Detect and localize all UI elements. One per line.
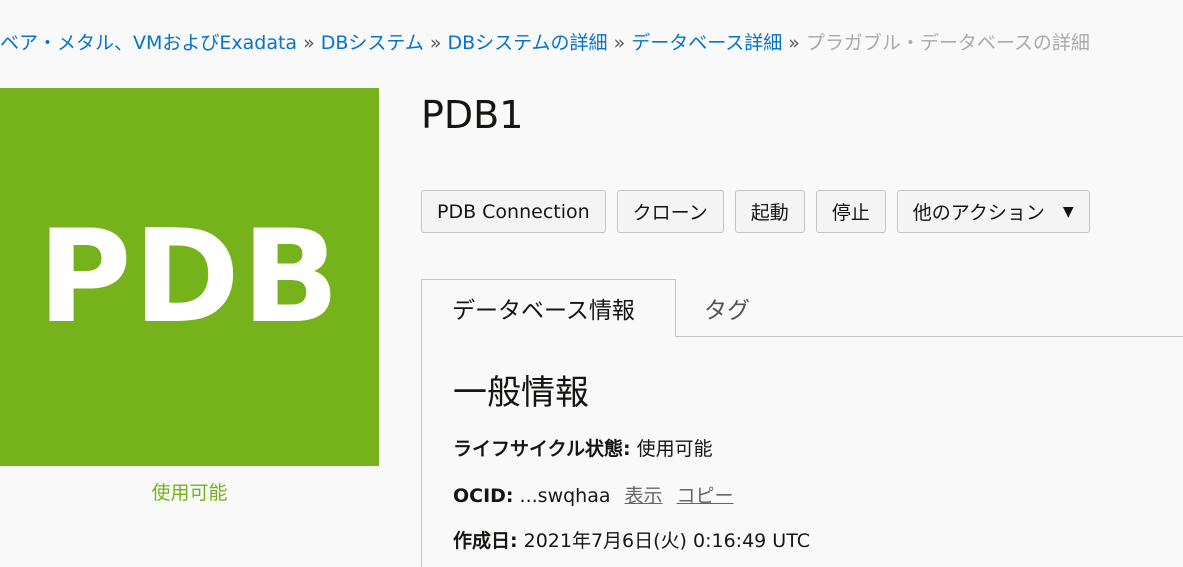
breadcrumb-separator: » — [303, 32, 315, 54]
field-label: 作成日: — [453, 530, 518, 552]
field-value: 使用可能 — [636, 438, 713, 460]
breadcrumb-link-db-system-details[interactable]: DBシステムの詳細 — [447, 32, 607, 54]
section-title-general-info: 一般情報 — [453, 373, 589, 413]
ocid-copy-link[interactable]: コピー — [677, 485, 734, 507]
stop-button[interactable]: 停止 — [815, 190, 886, 233]
clone-button[interactable]: クローン — [616, 190, 724, 233]
tab-database-info[interactable]: データベース情報 — [421, 279, 676, 337]
field-value: 2021年7月6日(火) 0:16:49 UTC — [523, 530, 810, 552]
more-actions-button[interactable]: 他のアクション ▼ — [896, 190, 1090, 233]
lifecycle-state-field: ライフサイクル状態: 使用可能 — [453, 434, 713, 461]
resource-type-label: PDB — [37, 202, 342, 352]
start-button[interactable]: 起動 — [734, 190, 805, 233]
tab-label: データベース情報 — [452, 298, 635, 324]
tab-label: タグ — [704, 297, 750, 324]
resource-status-tile: PDB — [0, 88, 379, 466]
pdb-details-page: ベア・メタル、VMおよびExadata» DBシステム» DBシステムの詳細» データ… — [0, 0, 1183, 567]
field-label: ライフサイクル状態: — [453, 438, 631, 460]
action-toolbar: PDB Connection クローン 起動 停止 他のアクション ▼ — [421, 190, 1090, 233]
breadcrumb-current: プラガブル・データベースの詳細 — [805, 32, 1090, 54]
tab-tags[interactable]: タグ — [676, 279, 780, 336]
field-label: OCID: — [453, 485, 514, 507]
breadcrumb: ベア・メタル、VMおよびExadata» DBシステム» DBシステムの詳細» データ… — [0, 30, 1090, 56]
breadcrumb-separator: » — [788, 32, 800, 54]
breadcrumb-link-db-systems[interactable]: DBシステム — [321, 32, 424, 54]
breadcrumb-link-database-details[interactable]: データベース詳細 — [631, 32, 782, 54]
field-value: ...swqhaa — [519, 485, 611, 507]
status-label: 使用可能 — [151, 482, 228, 504]
breadcrumb-separator: » — [613, 32, 626, 54]
pdb-connection-button[interactable]: PDB Connection — [421, 190, 606, 233]
breadcrumb-link-bare-metal[interactable]: ベア・メタル、VMおよびExadata — [0, 32, 297, 54]
ocid-field: OCID: ...swqhaa 表示 コピー — [453, 481, 734, 508]
caret-down-icon: ▼ — [1062, 203, 1074, 220]
created-date-field: 作成日: 2021年7月6日(火) 0:16:49 UTC — [453, 526, 810, 553]
breadcrumb-separator: » — [429, 32, 442, 54]
more-actions-label: 他のアクション — [912, 202, 1045, 224]
tab-bar: データベース情報 タグ — [421, 279, 1183, 337]
page-title: PDB1 — [421, 93, 524, 137]
ocid-show-link[interactable]: 表示 — [625, 485, 663, 507]
panel-border — [421, 336, 422, 567]
